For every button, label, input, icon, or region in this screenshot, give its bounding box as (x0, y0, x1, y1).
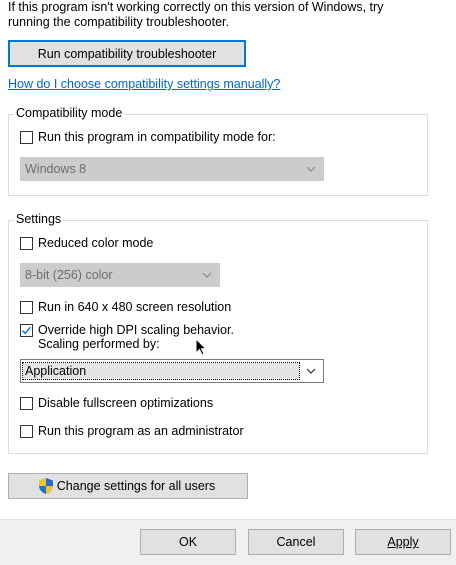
reduced-color-label: Reduced color mode (38, 236, 154, 250)
scaling-dropdown[interactable]: Application (20, 359, 324, 383)
resolution-label: Run in 640 x 480 screen resolution (38, 300, 232, 314)
admin-label: Run this program as an administrator (38, 424, 244, 438)
apply-button[interactable]: Apply (355, 529, 451, 555)
change-settings-all-users-label: Change settings for all users (56, 479, 216, 493)
fullscreen-opt-checkbox-row[interactable]: Disable fullscreen optimizations (20, 396, 213, 410)
resolution-checkbox[interactable] (20, 301, 33, 314)
compat-mode-checkbox-row[interactable]: Run this program in compatibility mode f… (20, 130, 276, 144)
admin-checkbox[interactable] (20, 425, 33, 438)
checkmark-icon (21, 326, 32, 335)
compat-mode-label: Run this program in compatibility mode f… (38, 130, 276, 144)
compatibility-mode-group (8, 114, 428, 196)
chevron-down-icon (202, 272, 212, 278)
fullscreen-opt-label: Disable fullscreen optimizations (38, 396, 214, 410)
dpi-override-label-line1: Override high DPI scaling behavior. (38, 323, 234, 337)
apply-label: Apply (387, 535, 419, 549)
admin-checkbox-row[interactable]: Run this program as an administrator (20, 424, 244, 438)
settings-heading: Settings (14, 212, 64, 226)
mouse-pointer-icon (195, 338, 207, 356)
chevron-down-icon (306, 166, 316, 172)
cancel-label: Cancel (276, 535, 316, 549)
reduced-color-checkbox[interactable] (20, 237, 33, 250)
compat-mode-checkbox[interactable] (20, 131, 33, 144)
color-mode-dropdown[interactable]: 8-bit (256) color (20, 263, 220, 287)
change-settings-all-users-button[interactable]: Change settings for all users (8, 473, 248, 499)
resolution-checkbox-row[interactable]: Run in 640 x 480 screen resolution (20, 300, 231, 314)
run-troubleshooter-label: Run compatibility troubleshooter (37, 46, 217, 61)
cancel-button[interactable]: Cancel (248, 529, 344, 555)
compat-mode-dropdown-value: Windows 8 (25, 162, 87, 176)
uac-shield-icon (38, 478, 53, 494)
dpi-override-checkbox[interactable] (20, 324, 33, 337)
ok-button[interactable]: OK (140, 529, 236, 555)
reduced-color-checkbox-row[interactable]: Reduced color mode (20, 236, 153, 250)
scaling-dropdown-value: Application (22, 362, 300, 380)
ok-label: OK (178, 535, 198, 549)
chevron-down-icon (306, 368, 316, 374)
run-troubleshooter-button[interactable]: Run compatibility troubleshooter (8, 40, 246, 67)
color-mode-dropdown-value: 8-bit (256) color (25, 268, 113, 282)
fullscreen-opt-checkbox[interactable] (20, 397, 33, 410)
compatibility-mode-heading: Compatibility mode (14, 106, 125, 120)
compat-mode-dropdown[interactable]: Windows 8 (20, 157, 324, 181)
intro-text: If this program isn't working correctly … (8, 0, 384, 29)
manual-settings-link[interactable]: How do I choose compatibility settings m… (8, 77, 280, 91)
